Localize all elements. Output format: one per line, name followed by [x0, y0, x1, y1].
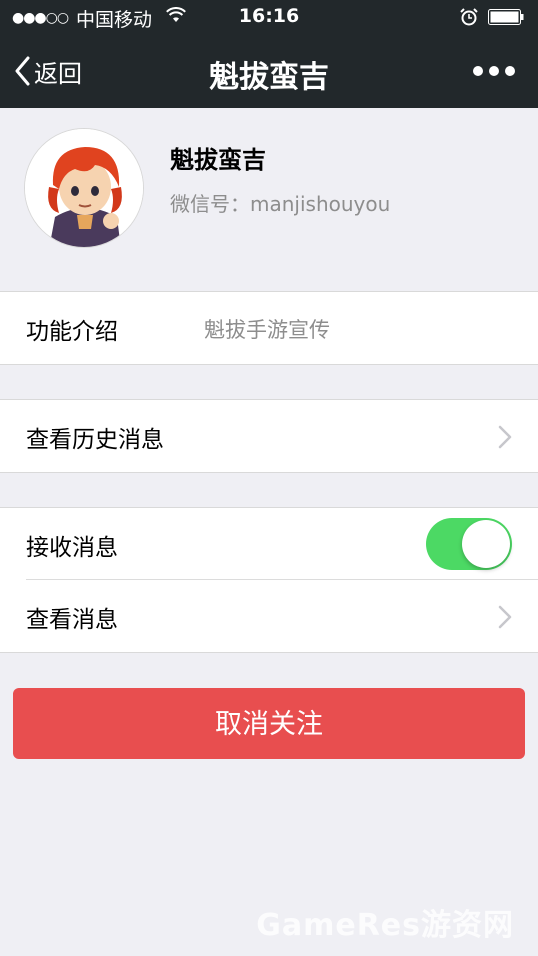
account-profile: 魁拔蛮吉 微信号：manjishouyou — [0, 108, 538, 292]
more-options-icon[interactable] — [470, 56, 518, 86]
chevron-right-icon — [498, 425, 512, 449]
view-messages-label: 查看消息 — [26, 607, 118, 633]
intro-label: 功能介绍 — [26, 319, 118, 345]
character-avatar-icon — [25, 129, 143, 247]
wechat-id: 微信号：manjishouyou — [170, 192, 391, 216]
message-settings-group: 接收消息 查看消息 — [0, 507, 538, 653]
history-group: 查看历史消息 — [0, 399, 538, 473]
alarm-icon — [460, 8, 478, 26]
page-title: 魁拔蛮吉 — [209, 60, 329, 95]
intro-group: 功能介绍 魁拔手游宣传 — [0, 291, 538, 365]
status-time: 16:16 — [238, 5, 300, 27]
account-name: 魁拔蛮吉 — [170, 146, 266, 174]
unfollow-button[interactable]: 取消关注 — [13, 688, 525, 759]
avatar[interactable] — [24, 128, 144, 248]
history-row[interactable]: 查看历史消息 — [0, 400, 538, 472]
toggle-knob — [462, 520, 510, 568]
battery-icon — [488, 9, 524, 25]
watermark: GameRes游资网 — [256, 908, 514, 943]
history-label: 查看历史消息 — [26, 427, 164, 453]
receive-messages-label: 接收消息 — [26, 535, 118, 561]
receive-messages-row: 接收消息 — [0, 508, 538, 580]
top-bar: ●●●○○ 中国移动 16:16 返回 魁拔蛮吉 — [0, 0, 538, 108]
status-bar: ●●●○○ 中国移动 16:16 — [0, 0, 538, 36]
intro-row: 功能介绍 魁拔手游宣传 — [0, 292, 538, 364]
chevron-right-icon — [498, 605, 512, 629]
navigation-bar: 返回 魁拔蛮吉 — [0, 36, 538, 108]
receive-messages-toggle[interactable] — [426, 518, 512, 570]
view-messages-row[interactable]: 查看消息 — [0, 580, 538, 652]
intro-value: 魁拔手游宣传 — [204, 318, 330, 342]
